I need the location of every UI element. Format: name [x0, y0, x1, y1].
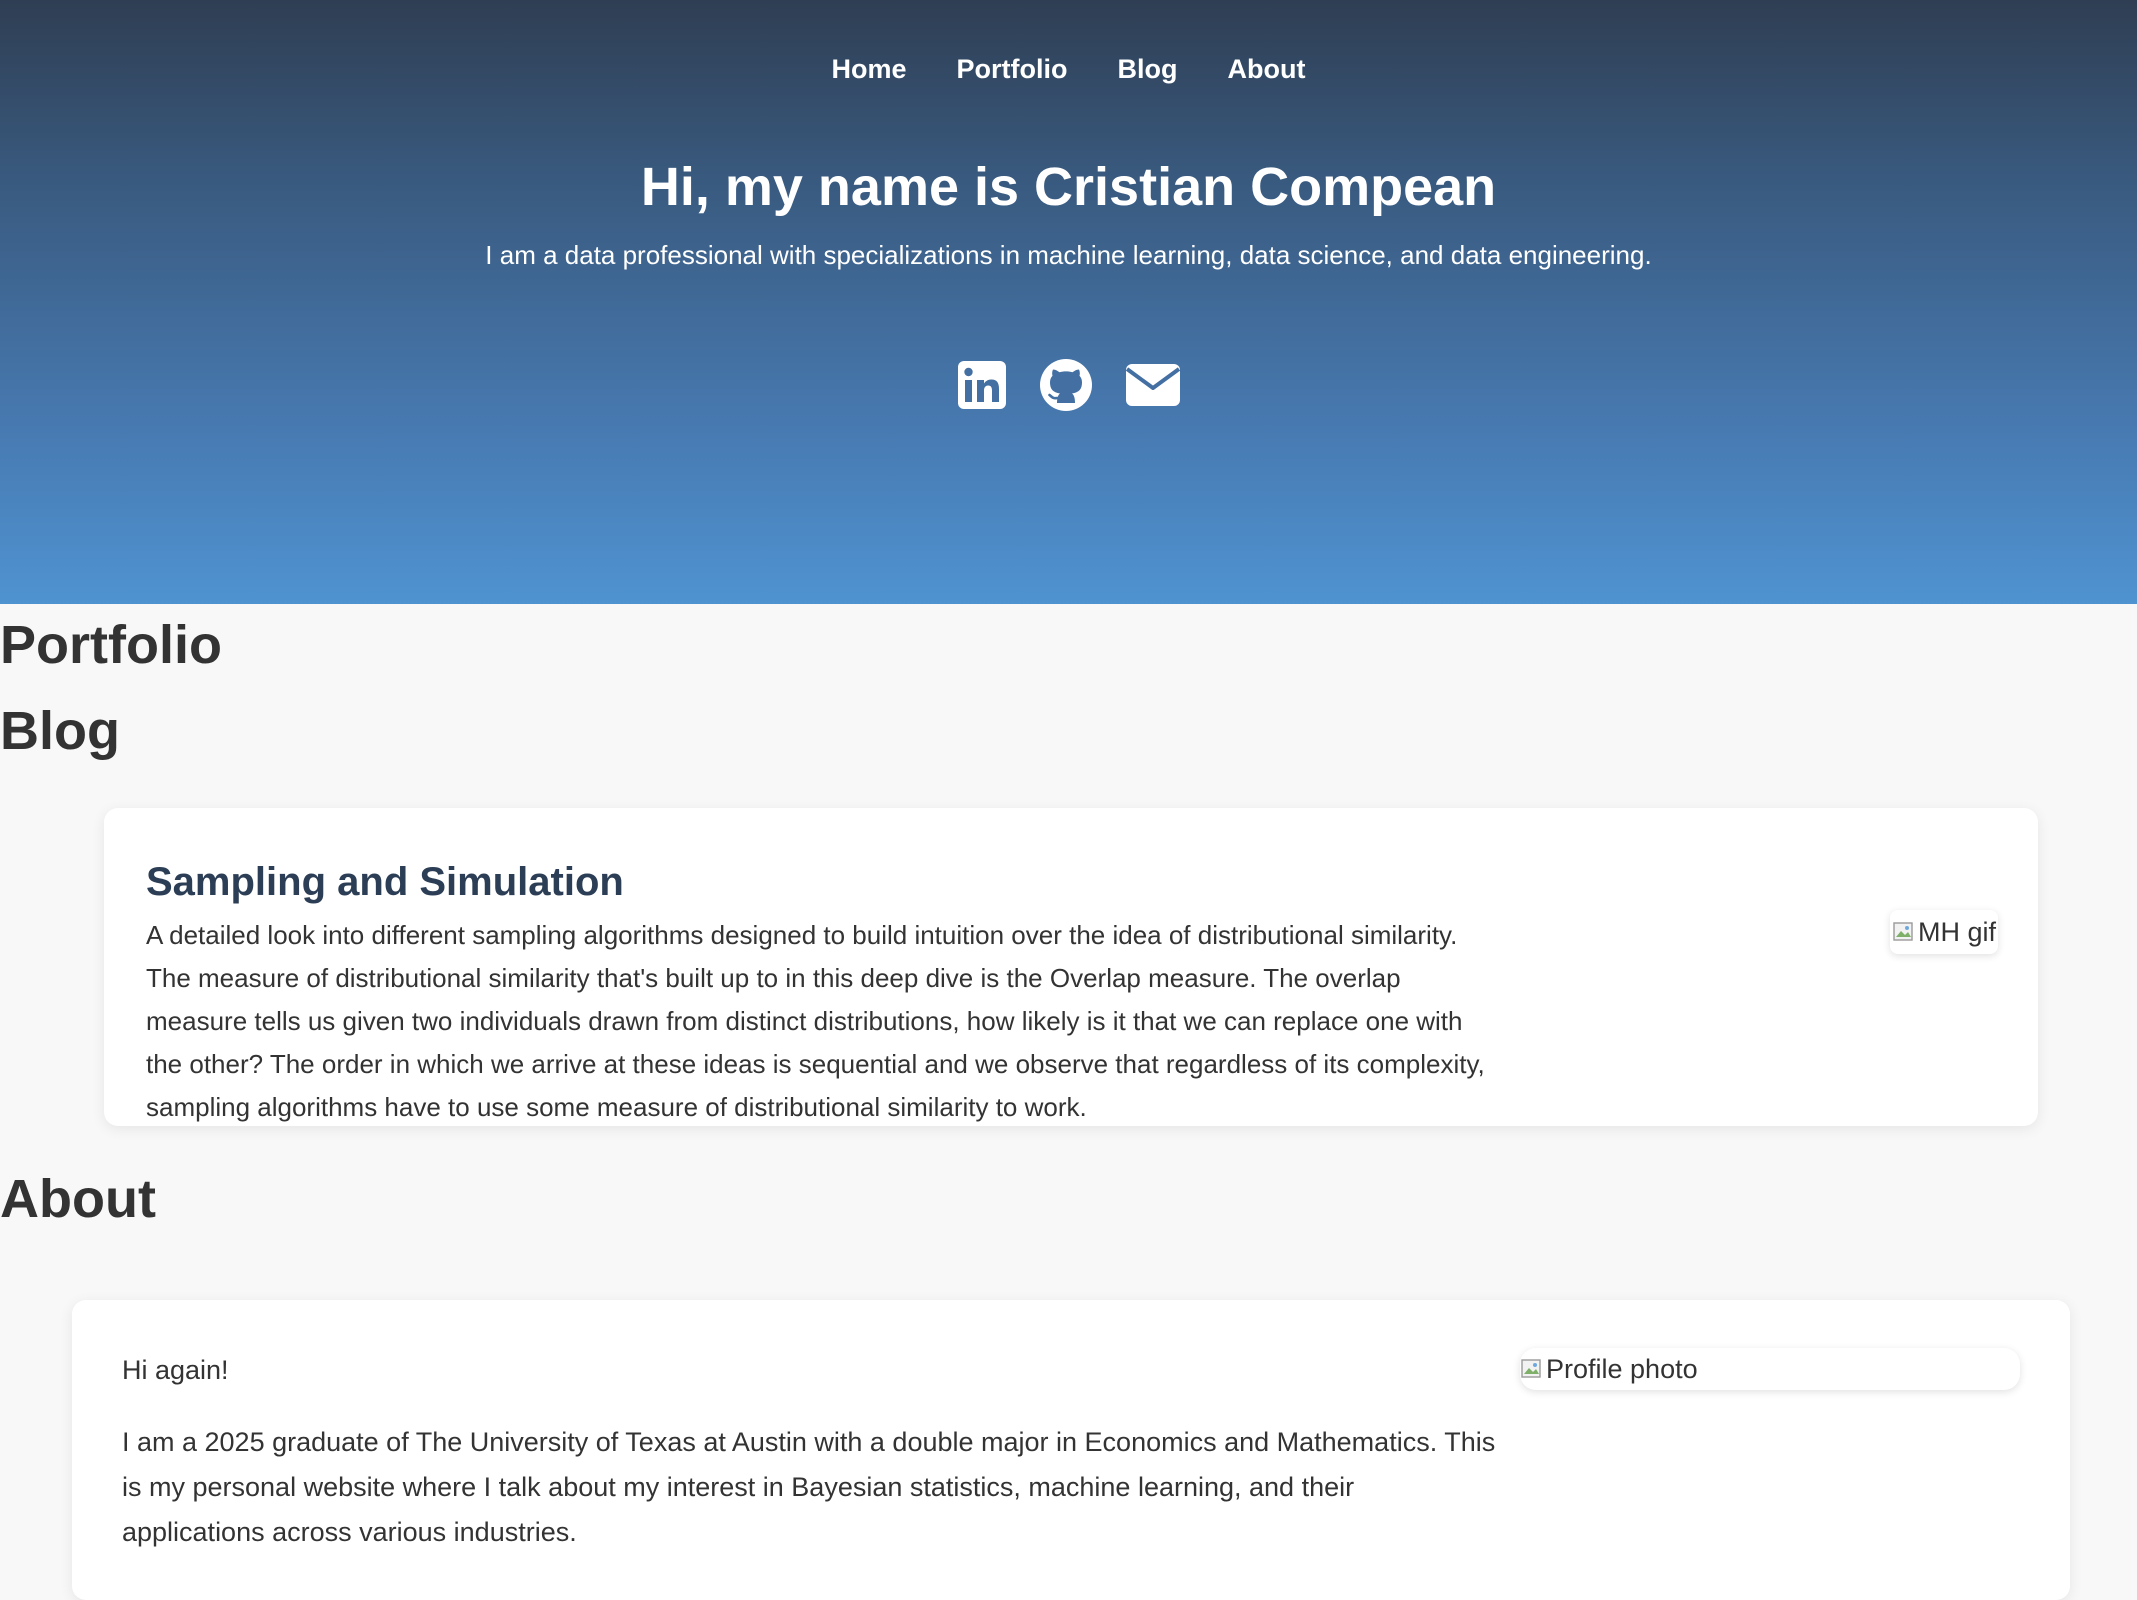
- blog-post-description: A detailed look into different sampling …: [146, 920, 1485, 1122]
- broken-image-icon: [1892, 920, 1916, 944]
- about-paragraph: I am a 2025 graduate of The University o…: [122, 1427, 1496, 1547]
- nav-home[interactable]: Home: [832, 54, 907, 85]
- hero-subtitle: I am a data professional with specializa…: [485, 240, 1652, 270]
- broken-image-icon: [1520, 1357, 1544, 1381]
- profile-photo-alt-text: Profile photo: [1546, 1353, 1698, 1384]
- linkedin-icon[interactable]: [957, 360, 1007, 415]
- nav-blog[interactable]: Blog: [1118, 54, 1178, 85]
- github-icon[interactable]: [1039, 358, 1093, 417]
- hero-title: Hi, my name is Cristian Compean: [640, 157, 1497, 217]
- blog-post-title[interactable]: Sampling and Simulation: [146, 860, 624, 905]
- blog-post-image: MH gif: [1890, 910, 1999, 954]
- social-links: [0, 358, 2137, 417]
- portfolio-heading: Portfolio: [0, 615, 222, 675]
- hero-header: Home Portfolio Blog About Hi, my name is…: [0, 0, 2137, 604]
- mail-icon[interactable]: [1125, 363, 1181, 412]
- blog-image-alt-text: MH gif: [1918, 916, 1997, 947]
- blog-post-card[interactable]: Sampling and Simulation A detailed look …: [104, 808, 2038, 1126]
- profile-photo: Profile photo: [1520, 1348, 2020, 1390]
- about-card: Hi again! I am a 2025 graduate of The Un…: [72, 1300, 2070, 1600]
- blog-heading: Blog: [0, 701, 120, 761]
- nav-about[interactable]: About: [1228, 54, 1306, 85]
- top-nav: Home Portfolio Blog About: [0, 54, 2137, 85]
- about-greeting: Hi again!: [122, 1355, 229, 1385]
- about-heading: About: [0, 1169, 156, 1229]
- nav-portfolio[interactable]: Portfolio: [957, 54, 1068, 85]
